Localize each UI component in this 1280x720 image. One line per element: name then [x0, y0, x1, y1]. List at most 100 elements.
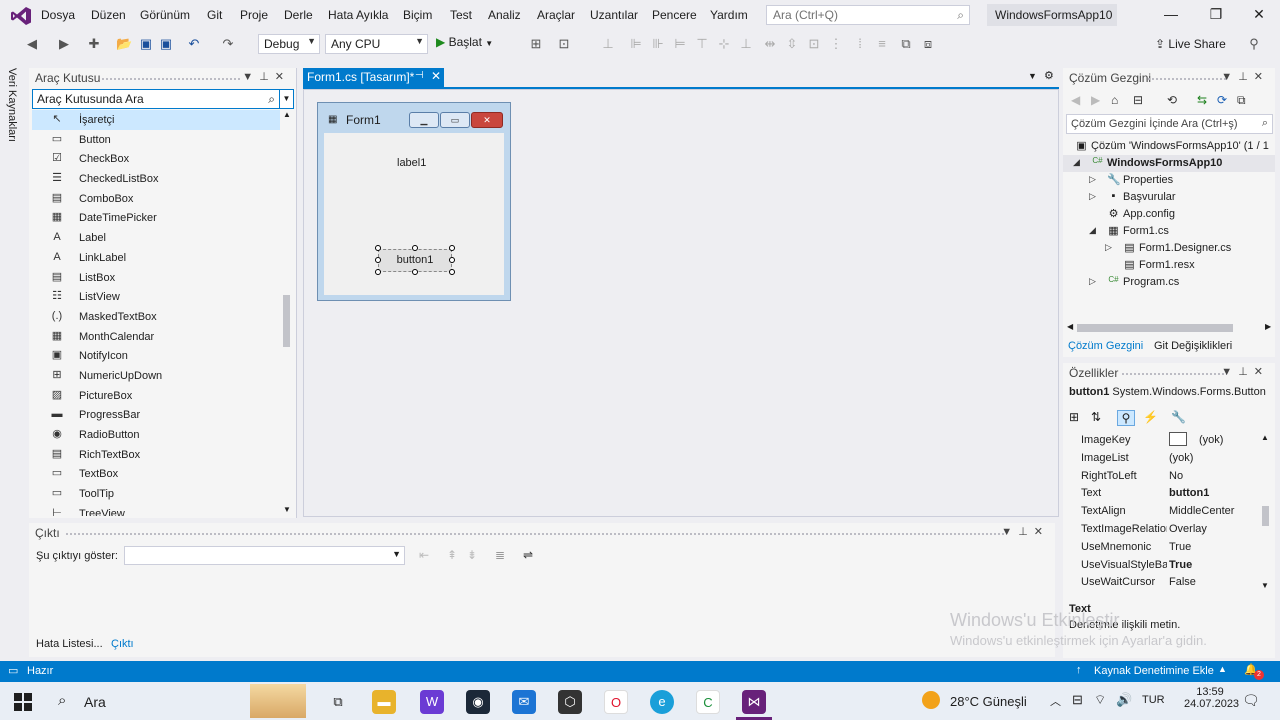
tree-item[interactable]: ▷ 🔧 Properties [1063, 172, 1275, 189]
menu-proje[interactable]: Proje [240, 8, 268, 22]
browse-icon[interactable]: ⊞ [528, 36, 544, 52]
clock[interactable]: 13:59 24.07.2023 [1184, 686, 1239, 710]
property-value[interactable]: No [1169, 470, 1183, 482]
property-row[interactable]: UseWaitCursor False [1075, 573, 1267, 591]
collapse-icon[interactable]: ◢ [1073, 157, 1080, 168]
bring-to-front-icon[interactable]: ⧉ [898, 36, 914, 52]
toolbox-item[interactable]: ⊢ TreeView [32, 504, 280, 516]
back-icon[interactable]: ◀ [24, 36, 40, 52]
pending-changes-icon[interactable]: ⟲ [1167, 93, 1177, 107]
dropdown-icon[interactable]: ▼ [1221, 366, 1238, 378]
toolbox-item[interactable]: ▦ MonthCalendar [32, 327, 280, 347]
opera-icon[interactable]: O [604, 690, 628, 714]
property-row[interactable]: TextAlign MiddleCenter [1075, 502, 1267, 520]
start-button[interactable]: ▶ Başlat ▼ [436, 35, 496, 53]
word-wrap-icon[interactable]: ⇌ [523, 548, 533, 562]
align-top-icon[interactable]: ⊤ [694, 36, 710, 52]
network-icon[interactable]: ⊟ [1072, 692, 1083, 708]
resize-handle[interactable] [375, 245, 381, 251]
resize-handle[interactable] [449, 257, 455, 263]
mail-icon[interactable]: ✉ [512, 690, 536, 714]
refresh-icon[interactable]: ⟳ [1217, 93, 1227, 107]
properties-object-selector[interactable]: button1 System.Windows.Forms.Button [1069, 386, 1269, 398]
settings-icon[interactable]: ⚙ [1044, 69, 1054, 82]
tree-item[interactable]: ◢ C# WindowsFormsApp10 [1063, 155, 1275, 172]
send-to-back-icon[interactable]: ⧈ [920, 36, 936, 52]
property-row[interactable]: TextImageRelation Overlay [1075, 520, 1267, 538]
scroll-up-icon[interactable]: ▲ [1261, 433, 1269, 442]
menu-git[interactable]: Git [207, 8, 222, 22]
pin-icon[interactable]: ⊥ [1018, 526, 1034, 538]
data-sources-strip[interactable]: Veri Kaynakları [0, 62, 24, 657]
language-indicator[interactable]: TUR [1142, 694, 1165, 706]
toolbox-item[interactable]: (.) MaskedTextBox [32, 307, 280, 327]
visual-studio-logo-icon[interactable] [10, 6, 32, 26]
tab-form1-design[interactable]: Form1.cs [Tasarım]* ⊣ ✕ [303, 68, 444, 87]
toolbox-item[interactable]: ☑ CheckBox [32, 149, 280, 169]
weather-text[interactable]: 28°C Güneşli [950, 694, 1027, 709]
property-pages-icon[interactable]: 🔧 [1171, 410, 1186, 424]
tree-item[interactable]: ▷ ▪ Başvurular [1063, 189, 1275, 206]
same-width-icon[interactable]: ⇹ [762, 36, 778, 52]
drag-grip[interactable] [1147, 77, 1227, 81]
new-project-icon[interactable]: ✚ [86, 36, 102, 52]
toolbox-item[interactable]: A Label [32, 228, 280, 248]
clear-all-icon[interactable]: ≣ [495, 548, 505, 562]
visual-studio-taskbar-icon[interactable]: ⋈ [742, 690, 766, 714]
dropdown-icon[interactable]: ▼ [1221, 71, 1238, 83]
menu-düzen[interactable]: Düzen [91, 8, 126, 22]
menu-görünüm[interactable]: Görünüm [140, 8, 190, 22]
forward-icon[interactable]: ▶ [1091, 93, 1100, 107]
close-icon[interactable]: ✕ [1254, 71, 1269, 83]
collapse-icon[interactable]: ◢ [1089, 225, 1096, 236]
toolbox-item[interactable]: ☰ CheckedListBox [32, 169, 280, 189]
menu-test[interactable]: Test [450, 8, 472, 22]
add-to-source-control[interactable]: Kaynak Denetimine Ekle [1094, 665, 1214, 677]
align-center-icon[interactable]: ⊪ [650, 36, 666, 52]
menu-hata-ayıkla[interactable]: Hata Ayıkla [328, 8, 388, 22]
close-window-icon[interactable]: ✕ [1249, 6, 1269, 24]
scroll-thumb[interactable] [1262, 506, 1269, 526]
resize-handle[interactable] [375, 257, 381, 263]
menu-pencere[interactable]: Pencere [652, 8, 697, 22]
platform-select[interactable]: Any CPU ▼ [325, 34, 428, 54]
resize-handle[interactable] [412, 245, 418, 251]
toolbox-item[interactable]: ▤ ListBox [32, 268, 280, 288]
events-icon[interactable]: ⚡ [1143, 410, 1158, 424]
save-all-icon[interactable]: ▣ [158, 36, 174, 52]
expand-icon[interactable]: ▷ [1089, 276, 1096, 287]
toolbox-search-input[interactable]: Araç Kutusunda Ara ⌕ ▼ [32, 89, 294, 109]
property-value[interactable]: False [1169, 576, 1196, 588]
property-row[interactable]: UseMnemonic True [1075, 538, 1267, 556]
resize-handle[interactable] [412, 269, 418, 275]
form-maximize-icon[interactable]: ▭ [440, 112, 470, 128]
redo-icon[interactable]: ↷ [220, 36, 236, 52]
property-row[interactable]: ImageList (yok) [1075, 449, 1267, 467]
solution-explorer-search-input[interactable]: Çözüm Gezgini İçinde Ara (Ctrl+ş) ⌕ [1066, 114, 1273, 134]
expand-icon[interactable]: ▷ [1089, 191, 1096, 202]
expand-icon[interactable]: ▷ [1089, 174, 1096, 185]
resize-handle[interactable] [449, 245, 455, 251]
vertical-spacing-icon[interactable]: ≡ [874, 36, 890, 52]
notification-center-icon[interactable]: 🗨 [1242, 692, 1260, 709]
windows-start-icon[interactable] [14, 693, 32, 711]
taskbar-search[interactable]: Ara [84, 694, 106, 710]
alphabetical-icon[interactable]: ⇅ [1091, 410, 1101, 424]
next-message-icon[interactable]: ⇟ [467, 548, 477, 562]
toolbox-item[interactable]: ↖ İşaretçi [32, 110, 280, 130]
pin-icon[interactable]: ⊥ [259, 71, 275, 83]
menu-analiz[interactable]: Analiz [488, 8, 521, 22]
same-height-icon[interactable]: ⇳ [784, 36, 800, 52]
maximize-icon[interactable]: ❐ [1206, 6, 1226, 24]
editor-app-icon[interactable]: W [420, 690, 444, 714]
resize-handle[interactable] [375, 269, 381, 275]
solution-name-badge[interactable]: WindowsFormsApp10 [987, 4, 1117, 26]
align-icon[interactable]: ⊥ [600, 36, 616, 52]
form-close-icon[interactable]: ✕ [471, 112, 503, 128]
file-explorer-icon[interactable]: ▬ [372, 690, 396, 714]
align-right-icon[interactable]: ⊨ [672, 36, 688, 52]
property-value[interactable]: (yok) [1169, 452, 1193, 464]
property-row[interactable]: ImageKey (yok) [1075, 431, 1267, 449]
toolbox-item[interactable]: ▭ TextBox [32, 464, 280, 484]
code-editor-icon[interactable]: C [696, 690, 720, 714]
